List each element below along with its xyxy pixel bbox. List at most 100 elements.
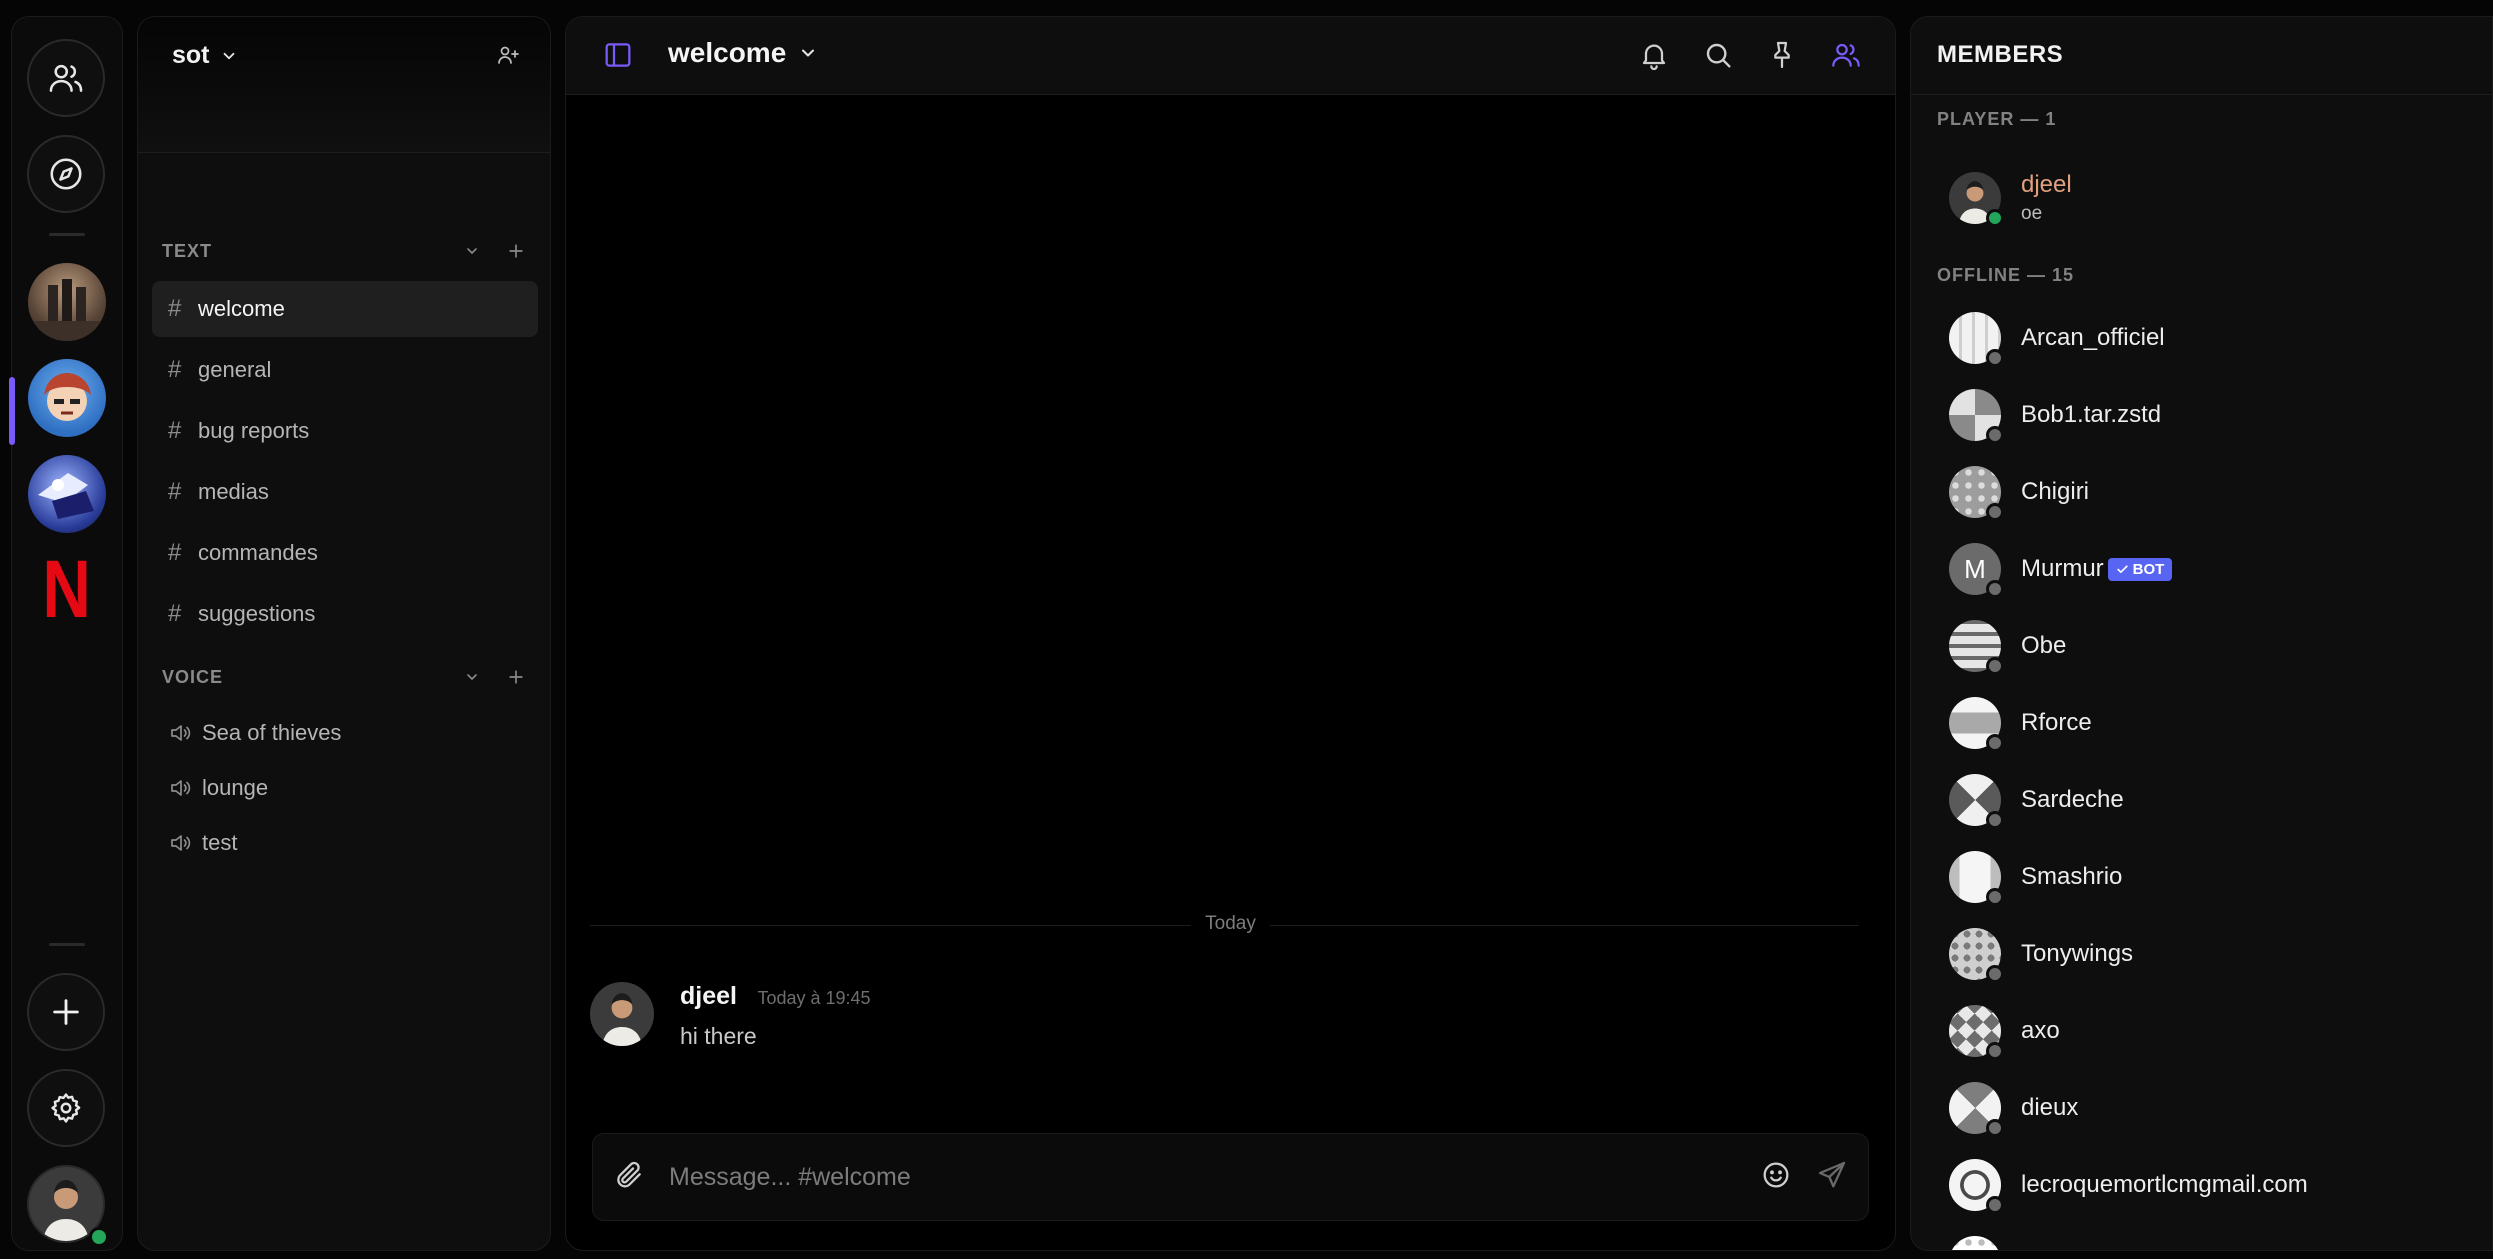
app-window: N sot TEXT # welcome # general # bug rep… xyxy=(0,0,2493,1259)
online-group-label: PLAYER — 1 xyxy=(1937,109,2057,129)
channel-general[interactable]: # general xyxy=(152,342,538,398)
member-status-text: oe xyxy=(2021,203,2043,224)
chat-area: welcome Today djeel Today à 19:45 hi the… xyxy=(565,16,1896,1251)
offline-status-dot xyxy=(1986,580,2004,598)
channel-label: suggestions xyxy=(198,601,316,626)
member-item[interactable]: dieux xyxy=(1949,1073,2472,1143)
member-list-title: MEMBERS xyxy=(1911,17,2492,95)
emoji-button[interactable] xyxy=(1760,1159,1792,1196)
invite-button[interactable] xyxy=(496,43,520,72)
server-icon-1[interactable] xyxy=(28,263,106,341)
speaker-icon xyxy=(171,725,191,741)
chevron-down-icon[interactable] xyxy=(464,243,480,259)
guild-menu-button[interactable]: sot xyxy=(172,41,238,70)
settings-button[interactable] xyxy=(27,1069,105,1147)
member-name: Sardeche xyxy=(2021,786,2124,813)
offline-status-dot xyxy=(1986,349,2004,367)
pinned-messages-button[interactable] xyxy=(1766,39,1798,76)
channel-label: Sea of thieves xyxy=(202,720,342,745)
member-item[interactable]: Smashrio xyxy=(1949,842,2472,912)
server-icon-netflix[interactable]: N xyxy=(28,551,106,629)
offline-group-label: OFFLINE — 15 xyxy=(1937,265,2075,285)
channel-commandes[interactable]: # commandes xyxy=(152,525,538,581)
message-item[interactable]: djeel Today à 19:45 hi there xyxy=(590,982,871,1050)
channel-suggestions[interactable]: # suggestions xyxy=(152,586,538,642)
friends-button[interactable] xyxy=(27,39,105,117)
explore-button[interactable] xyxy=(27,135,105,213)
member-item[interactable]: Rforce xyxy=(1949,688,2472,758)
send-icon xyxy=(1818,1161,1846,1187)
avatar xyxy=(1949,1236,2001,1250)
voice-category-label: VOICE xyxy=(162,666,224,687)
offline-status-dot xyxy=(1986,1119,2004,1137)
channel-label: lounge xyxy=(202,775,269,800)
avatar xyxy=(1949,1159,2004,1214)
plus-icon xyxy=(53,999,79,1025)
text-category[interactable]: TEXT xyxy=(162,233,526,269)
message-author[interactable]: djeel xyxy=(680,982,737,1010)
channel-label: bug reports xyxy=(198,418,310,443)
channel-welcome[interactable]: # welcome xyxy=(152,281,538,337)
offline-status-dot xyxy=(1986,811,2004,829)
send-button[interactable] xyxy=(1816,1159,1848,1196)
server-2-art-icon xyxy=(44,373,91,421)
hash-icon: # xyxy=(168,539,182,566)
member-item[interactable]: Arcan_officiel xyxy=(1949,303,2472,373)
member-list: MEMBERS PLAYER — 1 djeel oe OFFLINE — 15… xyxy=(1910,16,2493,1251)
member-item[interactable]: Chigiri xyxy=(1949,457,2472,527)
message-composer xyxy=(592,1133,1869,1221)
voice-channel-lounge[interactable]: lounge xyxy=(152,760,538,816)
channel-title-button[interactable]: welcome xyxy=(668,37,818,69)
server-rail: N xyxy=(9,16,123,1251)
hash-icon: # xyxy=(168,600,182,627)
search-button[interactable] xyxy=(1702,39,1734,76)
member-item[interactable]: Obe xyxy=(1949,611,2472,681)
voice-category[interactable]: VOICE xyxy=(162,659,526,695)
users-icon xyxy=(1832,43,1860,67)
member-item[interactable]: Sardeche xyxy=(1949,765,2472,835)
bot-badge: BOT xyxy=(2107,557,2173,581)
avatar xyxy=(1949,389,2004,444)
smiley-icon xyxy=(1763,1162,1789,1187)
voice-channel-test[interactable]: test xyxy=(152,815,538,871)
notifications-button[interactable] xyxy=(1638,39,1670,76)
channel-title: welcome xyxy=(668,37,787,68)
member-name: Murmur xyxy=(2021,555,2104,582)
avatar xyxy=(1949,851,2004,906)
add-channel-icon[interactable] xyxy=(506,667,526,687)
channel-medias[interactable]: # medias xyxy=(152,464,538,520)
channel-sidebar: sot TEXT # welcome # general # bug repor… xyxy=(137,16,551,1251)
guild-header: sot xyxy=(138,17,550,153)
server-icon-3[interactable] xyxy=(28,455,106,533)
member-item[interactable]: M Murmur BOT xyxy=(1949,534,2472,604)
channel-label: general xyxy=(198,357,272,382)
member-item[interactable]: Bob1.tar.zstd xyxy=(1949,380,2472,450)
avatar xyxy=(1949,1082,2004,1137)
user-avatar-button[interactable] xyxy=(27,1165,109,1247)
avatar xyxy=(1949,697,2004,752)
member-item-partial[interactable] xyxy=(1949,1227,2472,1250)
voice-channel-sea-of-thieves[interactable]: Sea of thieves xyxy=(152,705,538,761)
channel-bug-reports[interactable]: # bug reports xyxy=(152,403,538,459)
attach-button[interactable] xyxy=(613,1159,645,1196)
avatar xyxy=(1949,1005,2004,1060)
pin-icon xyxy=(1774,41,1790,69)
member-list-toggle[interactable] xyxy=(1830,39,1862,76)
add-channel-icon[interactable] xyxy=(506,241,526,261)
member-item[interactable]: lecroquemortlcmgmail.com xyxy=(1949,1150,2472,1220)
offline-status-dot xyxy=(1986,657,2004,675)
member-name: dieux xyxy=(2021,1094,2079,1121)
add-server-button[interactable] xyxy=(27,973,105,1051)
message-input[interactable] xyxy=(669,1162,1760,1192)
server-icon-2[interactable] xyxy=(28,359,106,437)
member-item[interactable]: axo xyxy=(1949,996,2472,1066)
user-plus-icon xyxy=(498,46,519,64)
chevron-down-icon[interactable] xyxy=(464,669,480,685)
netflix-logo: N xyxy=(42,551,92,629)
member-item[interactable]: Tonywings xyxy=(1949,919,2472,989)
toggle-sidebar-button[interactable] xyxy=(602,39,634,76)
hash-icon: # xyxy=(168,356,182,383)
hash-icon: # xyxy=(168,295,182,322)
avatar[interactable] xyxy=(590,982,654,1046)
member-item-djeel[interactable]: djeel oe xyxy=(1949,153,2472,243)
